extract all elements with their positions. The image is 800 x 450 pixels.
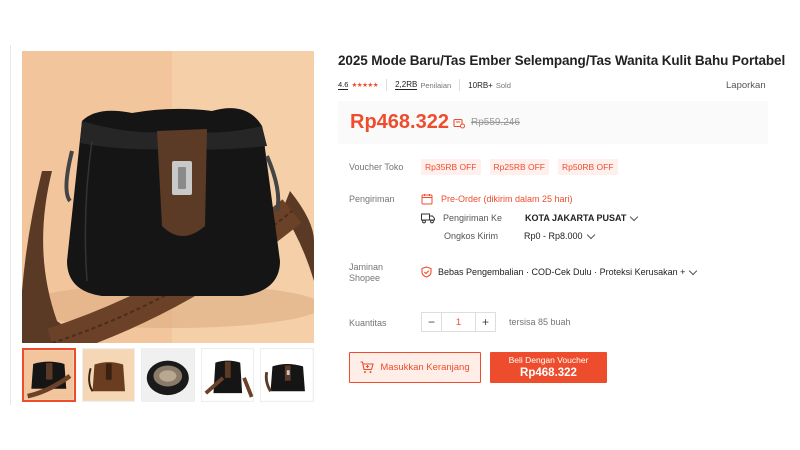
chevron-down-icon[interactable] [630,212,639,221]
current-price: Rp468.322 [350,111,449,133]
sold-label: Sold [495,80,511,90]
product-title: 2025 Mode Baru/Tas Ember Selempang/Tas W… [338,53,786,68]
quantity-stepper: − 1 + tersisa 85 buah [421,312,571,332]
shipping-cost-label: Ongkos Kirim [444,231,499,241]
quantity-decrease-button[interactable]: − [421,312,442,332]
shipping-cost-value[interactable]: Rp0 - Rp8.000 [524,231,583,241]
cart-icon [360,361,375,374]
guarantee-text: Bebas Pengembalian · COD-Cek Dulu · Prot… [438,267,686,277]
voucher-chip[interactable]: Rp35RB OFF [421,159,481,175]
guarantee-label-line1: Jaminan [349,262,384,272]
quantity-label: Kuantitas [349,318,387,328]
add-to-cart-button[interactable]: Masukkan Keranjang [349,352,481,383]
thumbnail-4[interactable] [200,348,255,402]
thumbnail-5[interactable] [260,348,314,402]
rating-stars: ★★★★★ [351,82,379,89]
truck-icon [421,212,435,224]
buy-price: Rp468.322 [520,367,577,379]
ship-to-label: Pengiriman Ke [443,213,503,223]
ship-to-value[interactable]: KOTA JAKARTA PUSAT [525,213,626,223]
quantity-input[interactable]: 1 [442,312,475,332]
thumbnail-3[interactable] [141,348,195,402]
preorder-line: Pre-Order (dikirim dalam 25 hari) [421,193,573,205]
product-main-image[interactable] [22,51,314,343]
shipping-cost-line: Ongkos Kirim Rp0 - Rp8.000 [444,230,595,241]
shipping-label: Pengiriman [349,194,395,204]
preorder-text: Pre-Order (dikirim dalam 25 hari) [441,194,573,204]
sold-count: 10RB+ [468,80,493,90]
guarantee-line[interactable]: Bebas Pengembalian · COD-Cek Dulu · Prot… [421,266,698,278]
original-price: Rp559.246 [470,117,520,128]
chevron-down-icon[interactable] [586,230,595,239]
voucher-list: Rp35RB OFF Rp25RB OFF Rp50RB OFF [421,159,618,175]
voucher-chip[interactable]: Rp50RB OFF [558,159,618,175]
product-stats: 4.6 ★★★★★ 2,2RB Penilaian 10RB+ Sold [338,79,511,91]
add-to-cart-label: Masukkan Keranjang [380,362,470,373]
buy-with-voucher-button[interactable]: Beli Dengan Voucher Rp468.322 [490,352,607,383]
chevron-down-icon[interactable] [689,266,698,275]
left-divider [10,45,11,405]
guarantee-label-line2: Shopee [349,273,381,283]
shield-icon [421,266,432,278]
stock-remaining: tersisa 85 buah [509,317,571,327]
thumbnail-2[interactable] [81,348,136,402]
ratings-count[interactable]: 2,2RB [395,80,418,90]
voucher-chip[interactable]: Rp25RB OFF [489,159,549,175]
rating-value[interactable]: 4.6 [338,80,349,90]
guarantee-label: Jaminan Shopee [349,262,383,284]
price-tag-icon[interactable] [453,117,465,129]
stats-divider [459,79,461,91]
ratings-label: Penilaian [420,80,452,90]
price-section: Rp468.322 Rp559.246 [338,101,768,144]
calendar-icon [421,193,433,205]
stats-divider [386,79,388,91]
quantity-increase-button[interactable]: + [475,312,496,332]
voucher-label: Voucher Toko [349,162,404,172]
thumbnail-strip [22,348,314,404]
report-link[interactable]: Laporkan [726,80,766,91]
buy-label: Beli Dengan Voucher [508,355,589,365]
thumbnail-1[interactable] [22,348,76,402]
ship-to-line: Pengiriman Ke KOTA JAKARTA PUSAT [421,212,639,224]
